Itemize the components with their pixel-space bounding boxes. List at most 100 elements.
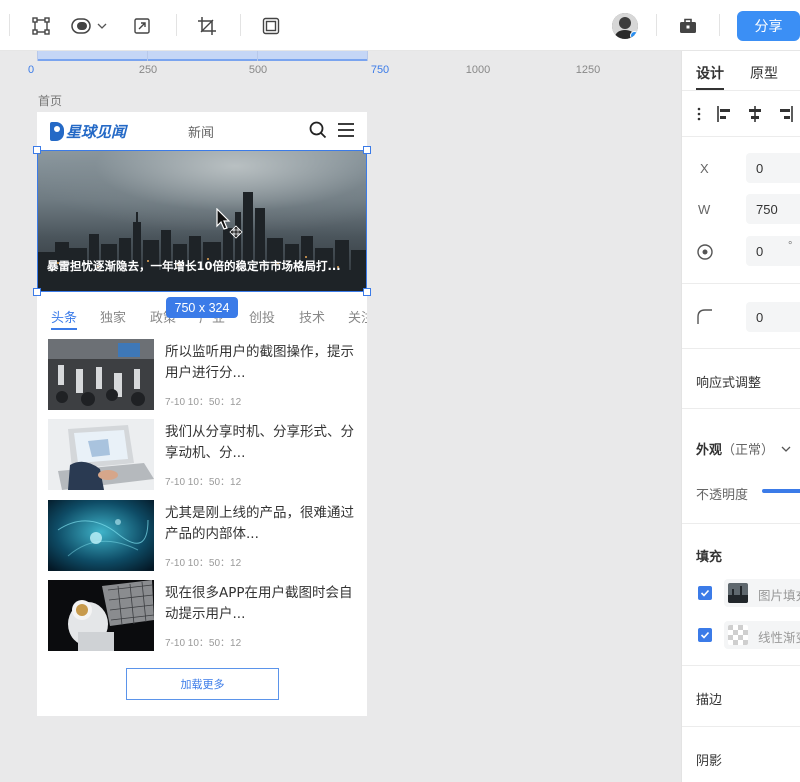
tab-exclusive[interactable]: 独家 [100, 307, 126, 326]
logo-text: 星球见闻 [66, 122, 127, 141]
align-left-icon[interactable] [716, 105, 734, 123]
crop-button[interactable] [194, 13, 220, 39]
degree-unit: ° [788, 240, 793, 252]
artboard-home[interactable]: 星球见闻 新闻 暴雷担忧逐渐隐去，一年增长10倍的稳定市市场格局打... 头条 … [37, 112, 367, 716]
fill-item-label: 线性渐变 [758, 630, 800, 645]
list-item[interactable]: 所以监听用户的截图操作，提示用户进行分... 7-10 10：50：12 [48, 339, 358, 411]
toolbox-icon [680, 18, 696, 33]
ruler-label: 1250 [575, 64, 601, 76]
news-title: 我们从分享时机、分享形式、分享动机、分... [165, 424, 354, 461]
ruler-tick [257, 51, 258, 61]
selection-size-badge: 750 x 324 [166, 297, 238, 318]
hero-caption: 暴雷担忧逐渐隐去，一年增长10倍的稳定市市场格局打... [47, 259, 341, 273]
horizontal-ruler: 0 250 500 750 1000 1250 [0, 51, 681, 81]
x-label: X [700, 161, 709, 176]
header-nav-news[interactable]: 新闻 [188, 122, 214, 141]
align-center-horizontal-icon[interactable] [746, 105, 764, 123]
tab-design[interactable]: 设计 [696, 63, 724, 83]
transparency-checker-icon [728, 625, 748, 645]
fill-heading: 填充 [696, 550, 723, 565]
frame-icon [262, 17, 280, 35]
divider [682, 523, 800, 524]
ruler-tick [147, 51, 148, 61]
rotation-value: 0 [756, 243, 764, 259]
news-title: 所以监听用户的截图操作，提示用户进行分... [165, 344, 354, 381]
news-title: 尤其是刚上线的产品，很难通过产品的内部体... [165, 505, 354, 542]
tab-venture[interactable]: 创投 [249, 307, 275, 326]
chevron-down-icon [781, 446, 791, 452]
app-logo: 星球见闻 [50, 121, 126, 141]
toolbar-divider [719, 14, 720, 36]
online-status-dot [630, 31, 638, 39]
rotation-input[interactable]: 0 ° [746, 236, 800, 266]
tab-prototype[interactable]: 原型 [750, 63, 778, 83]
load-more-button[interactable]: 加载更多 [126, 668, 279, 700]
hero-banner[interactable]: 暴雷担忧逐渐隐去，一年增长10倍的稳定市市场格局打... [37, 150, 367, 292]
x-input[interactable]: 0 [746, 153, 800, 183]
news-thumbnail-image [48, 580, 154, 651]
check-icon [700, 589, 710, 597]
divider [682, 283, 800, 284]
opacity-label: 不透明度 [696, 487, 749, 502]
export-button[interactable] [129, 13, 155, 39]
news-time: 7-10 10：50：12 [165, 397, 242, 408]
ruler-label: 1000 [465, 64, 491, 76]
more-options-icon[interactable] [696, 107, 702, 121]
news-title: 现在很多APP在用户截图时会自动提示用户... [165, 585, 353, 622]
selection-frame-icon [32, 17, 50, 35]
menu-icon[interactable] [337, 121, 355, 139]
corner-radius-input[interactable]: 0 [746, 302, 800, 332]
frame-button[interactable] [258, 13, 284, 39]
news-time: 7-10 10：50：12 [165, 558, 242, 569]
w-label: W [698, 202, 711, 217]
news-thumbnail-image [48, 419, 154, 490]
selection-frame-button[interactable] [28, 13, 54, 39]
boolean-shape-icon [71, 18, 91, 34]
toolbar-divider [656, 14, 657, 36]
share-button[interactable]: 分享 [737, 11, 800, 41]
news-time: 7-10 10：50：12 [165, 477, 242, 488]
list-item[interactable]: 尤其是刚上线的产品，很难通过产品的内部体... 7-10 10：50：12 [48, 500, 358, 572]
fill-item-image[interactable]: 图片填充 [724, 579, 800, 607]
user-avatar[interactable] [612, 13, 638, 39]
appearance-dropdown[interactable]: 外观（正常） [696, 439, 791, 458]
fill-gradient-checkbox[interactable] [698, 628, 712, 642]
appearance-heading: 外观 [696, 443, 723, 458]
rotation-icon [697, 244, 713, 260]
corner-radius-icon [697, 309, 712, 324]
align-right-icon[interactable] [776, 105, 794, 123]
stroke-heading[interactable]: 描边 [696, 689, 722, 708]
boolean-shape-dropdown[interactable] [70, 13, 114, 39]
ruler-tick [37, 51, 38, 61]
search-icon[interactable] [309, 121, 327, 139]
tab-headline[interactable]: 头条 [51, 307, 77, 326]
tab-follow[interactable]: 关注 [348, 307, 367, 326]
panel-tabs: 设计 原型 [682, 51, 800, 91]
ruler-tick [367, 51, 368, 61]
responsive-heading[interactable]: 响应式调整 [696, 372, 761, 391]
chevron-down-icon [97, 23, 107, 29]
top-toolbar: 分享 [0, 0, 800, 51]
image-fill-thumbnail [728, 583, 748, 603]
design-panel: 设计 原型 X 0 W 750 0 ° 0 响应式调整 外观（正常） 不透明度 … [681, 51, 800, 782]
toolbox-button[interactable] [675, 13, 701, 39]
hero-city-skyline-image [37, 192, 367, 292]
opacity-slider[interactable] [762, 489, 800, 493]
fill-item-gradient[interactable]: 线性渐变 [724, 621, 800, 649]
list-item[interactable]: 现在很多APP在用户截图时会自动提示用户... 7-10 10：50：12 [48, 580, 358, 652]
move-cursor-icon [216, 208, 243, 239]
news-thumbnail-image [48, 339, 154, 410]
toolbar-divider [9, 14, 10, 36]
alignment-toolbar [682, 91, 800, 137]
active-tab-indicator [51, 328, 77, 330]
ruler-selection-range [37, 51, 367, 61]
appearance-state: （正常） [722, 443, 775, 458]
frame-title[interactable]: 首页 [38, 92, 62, 109]
list-item[interactable]: 我们从分享时机、分享形式、分享动机、分... 7-10 10：50：12 [48, 419, 358, 491]
news-time: 7-10 10：50：12 [165, 638, 242, 649]
tab-tech[interactable]: 技术 [299, 307, 325, 326]
divider [682, 726, 800, 727]
shadow-heading[interactable]: 阴影 [696, 750, 722, 769]
fill-image-checkbox[interactable] [698, 586, 712, 600]
width-input[interactable]: 750 [746, 194, 800, 224]
